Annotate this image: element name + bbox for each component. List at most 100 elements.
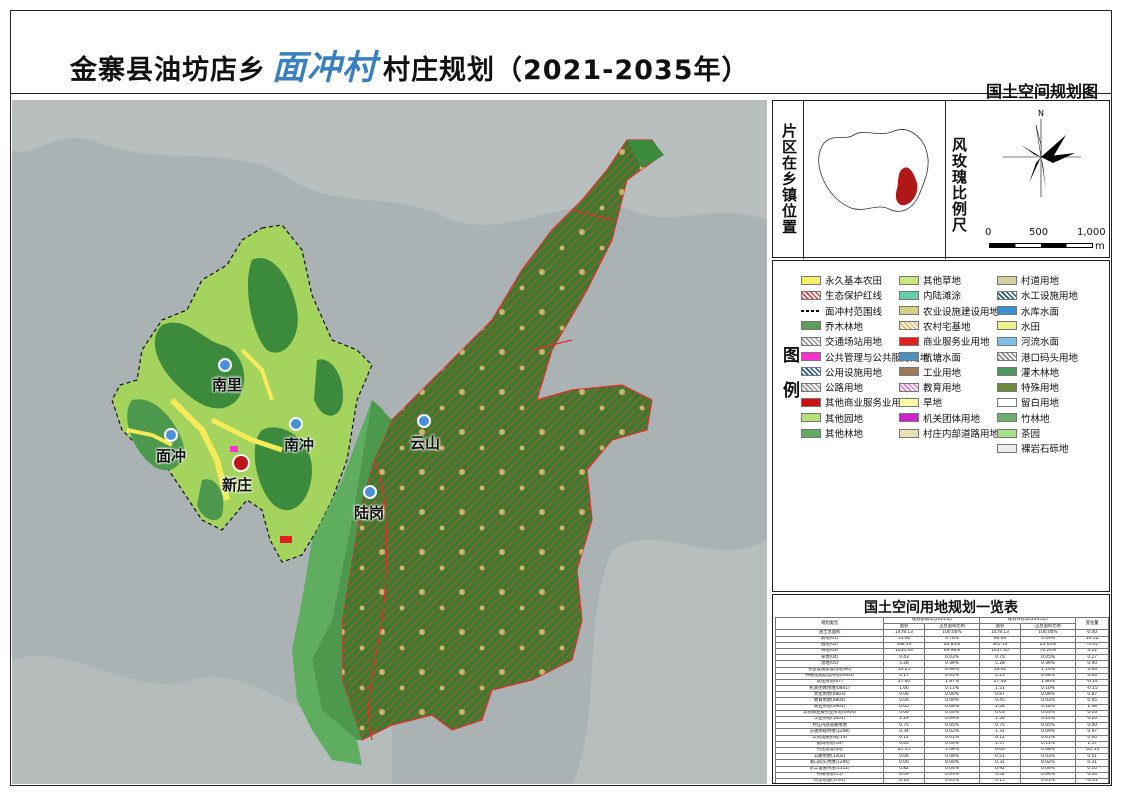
place-label: 云山 — [410, 434, 441, 452]
table-body: 国土总面积 1478.13 100.00% 1478.13 100.00% 0.00 耕地(… — [774, 629, 1109, 783]
legend-item: 竹林地 — [997, 411, 1050, 425]
legend-item: 坑塘水面 — [899, 350, 961, 364]
place-marker-main[interactable] — [232, 454, 250, 472]
legend-item: 其他草地 — [899, 273, 961, 287]
right-panel: 片区在乡镇位置 风玫瑰比例尺 N 0 500 1,000 m 图例 永久基本农田… — [772, 100, 1110, 784]
legend-label: 坑塘水面 — [923, 352, 962, 364]
legend-swatch — [997, 397, 1017, 407]
legend-label: 其他林地 — [825, 429, 864, 440]
table-cell: -0.01 — [1075, 777, 1109, 783]
legend-grid: 永久基本农田 其他草地 村道用地 生态保护红线 内陆滩涂 水工设施用地 面冲村范围线 农业设施… — [801, 273, 1107, 588]
scale-unit: m — [1095, 241, 1105, 252]
legend-item: 留白用地 — [997, 395, 1059, 409]
legend-swatch — [899, 306, 919, 316]
north-label: N — [1038, 109, 1044, 118]
legend-item: 茶园 — [997, 426, 1040, 440]
place-label: 南里 — [212, 376, 243, 394]
legend-label: 农村宅基地 — [923, 321, 971, 333]
location-panel: 片区在乡镇位置 风玫瑰比例尺 N 0 500 1,000 m — [772, 100, 1110, 259]
compass-scale-label: 风玫瑰比例尺 — [950, 137, 968, 233]
legend-item: 永久基本农田 — [801, 273, 882, 287]
wind-petal — [1041, 135, 1066, 157]
legend-label: 村庄内部道路用地 — [923, 429, 1000, 440]
legend-label: 竹林地 — [1021, 413, 1050, 425]
legend-label: 永久基本农田 — [825, 276, 883, 287]
legend-item: 其他林地 — [801, 426, 863, 440]
legend-label: 其他园地 — [825, 413, 864, 425]
legend-item: 其他商业服务业用地 — [801, 395, 911, 409]
legend-swatch — [801, 367, 821, 377]
title-band: 金寨县油坊店乡 面冲村 村庄规划（2021-2035年） 国土空间规划图 — [10, 10, 1112, 101]
panel-divider — [803, 101, 804, 259]
legend-swatch — [997, 321, 1017, 331]
legend-title: 图例 — [779, 346, 799, 416]
township-locator-map — [818, 129, 929, 212]
scale-tick-label: 500 — [1029, 227, 1049, 238]
wind-petal — [1041, 157, 1046, 190]
legend-label: 留白用地 — [1021, 398, 1060, 410]
place-marker[interactable] — [218, 358, 232, 372]
place-marker[interactable] — [363, 485, 377, 499]
legend-label: 河流水面 — [1021, 337, 1060, 349]
legend-label: 公路用地 — [825, 383, 864, 395]
legend-swatch — [801, 413, 821, 423]
legend-label: 特殊用地 — [1021, 383, 1060, 395]
place-label: 南冲 — [284, 436, 315, 454]
legend-swatch — [997, 428, 1017, 438]
wind-petal — [1021, 145, 1041, 157]
land-use-table: 规划类型 规划基期年(2021年) 规划目标年(2035年) 变化量 面积 占总… — [774, 616, 1109, 783]
title-suffix: 村庄规划（2021-2035年） — [383, 55, 750, 86]
legend-swatch — [801, 428, 821, 438]
table-header: 规划类型 — [774, 616, 885, 631]
wind-rose-icon: N — [1003, 109, 1081, 197]
legend-item: 水田 — [997, 319, 1040, 333]
legend-item: 交通场站用地 — [801, 334, 882, 348]
wind-petal — [1029, 157, 1041, 183]
legend-item: 商业服务业用地 — [899, 334, 990, 348]
legend-item: 乔木林地 — [801, 319, 863, 333]
legend-label: 裸岩石砾地 — [1021, 444, 1069, 456]
legend-label: 面冲村范围线 — [825, 306, 883, 318]
scale-bar — [989, 243, 1093, 248]
page-title: 金寨县油坊店乡 面冲村 村庄规划（2021-2035年） — [70, 40, 750, 89]
legend-label: 交通场站用地 — [825, 337, 883, 349]
legend-swatch — [899, 290, 919, 300]
legend-item: 村庄内部道路用地 — [899, 426, 999, 440]
legend-item: 河流水面 — [997, 334, 1059, 348]
legend-swatch — [801, 397, 821, 407]
legend-label: 农业设施建设用地 — [923, 306, 1000, 318]
legend-swatch — [801, 336, 821, 346]
legend-swatch — [801, 290, 821, 300]
legend-swatch — [801, 352, 821, 361]
map-view[interactable]: 南里 南冲 面冲 新庄 云山 陆岗 — [12, 100, 767, 784]
legend-item: 工业用地 — [899, 365, 961, 379]
wind-petal — [1035, 124, 1042, 158]
legend-label: 公用设施用地 — [825, 367, 883, 379]
legend-label: 水工设施用地 — [1021, 291, 1079, 303]
legend-swatch — [899, 397, 919, 407]
legend-item: 机关团体用地 — [899, 411, 980, 425]
legend-item: 特殊用地 — [997, 380, 1059, 394]
legend-label: 教育用地 — [923, 383, 962, 395]
legend-label: 港口码头用地 — [1021, 352, 1079, 364]
legend-swatch — [801, 321, 821, 331]
legend-item: 内陆滩涂 — [899, 288, 961, 302]
legend-label: 水田 — [1021, 321, 1041, 333]
place-marker[interactable] — [417, 414, 431, 428]
place-marker[interactable] — [289, 417, 303, 431]
table-title: 国土空间用地规划一览表 — [864, 600, 1018, 616]
legend-label: 茶园 — [1021, 429, 1041, 440]
legend-item: 水库水面 — [997, 304, 1059, 318]
legend-panel: 图例 永久基本农田 其他草地 村道用地 生态保护红线 内陆滩涂 水工设施用地 面冲村范围线农… — [772, 260, 1110, 592]
legend-swatch — [997, 336, 1017, 346]
legend-swatch — [997, 367, 1017, 377]
place-marker[interactable] — [164, 428, 178, 442]
legend-item: 农村宅基地 — [899, 319, 971, 333]
legend-label: 生态保护红线 — [825, 291, 883, 303]
table-row: 河流水面(1701) 0.16 0.01% 0.15 0.01% -0.01 — [774, 777, 1109, 783]
public-service-plot — [230, 446, 238, 452]
legend-swatch — [997, 352, 1017, 361]
legend-swatch — [899, 336, 919, 346]
place-label: 面冲 — [156, 447, 187, 465]
legend-item: 公路用地 — [801, 380, 863, 394]
